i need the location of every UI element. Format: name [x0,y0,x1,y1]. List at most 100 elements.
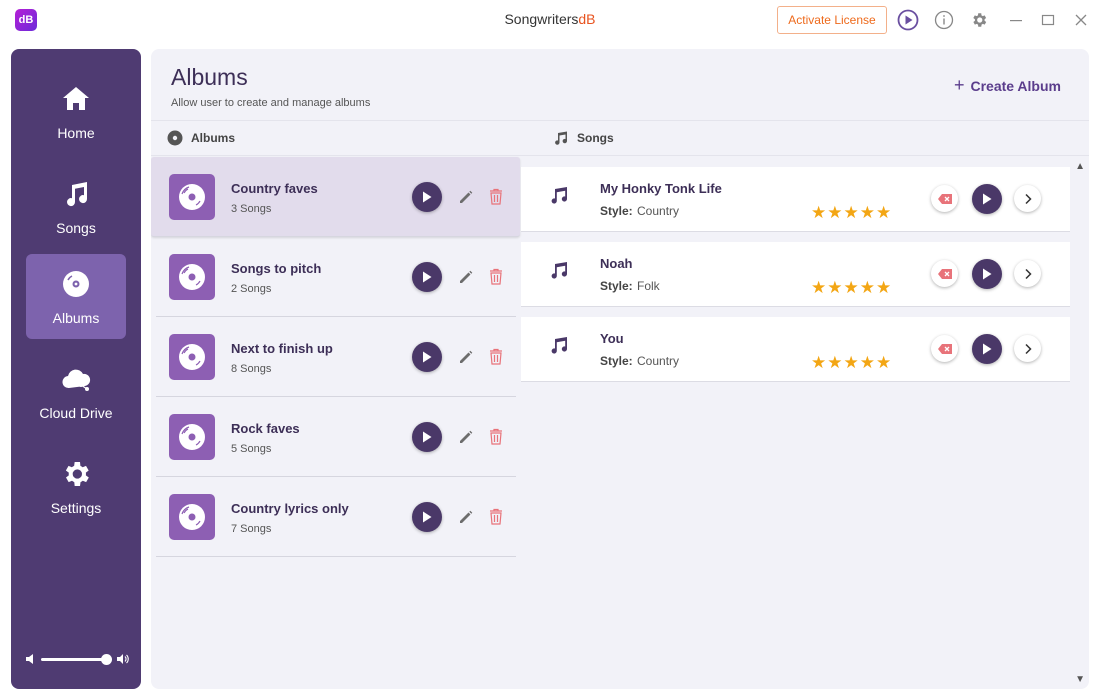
album-disc-icon [169,494,215,540]
volume-mute-icon[interactable] [25,653,35,665]
edit-pencil-icon[interactable] [457,188,475,206]
sidebar-item-home[interactable]: Home [26,69,126,154]
song-open-button[interactable] [1014,260,1041,287]
remove-tag-button[interactable] [931,185,958,212]
album-song-count: 3 Songs [231,203,272,215]
sidebar-item-songs[interactable]: Songs [26,164,126,249]
song-rating-stars: ★★★★★ [811,353,893,372]
play-circle-icon[interactable] [896,8,920,32]
album-play-button[interactable] [412,342,442,372]
window-title-accent: dB [578,11,596,27]
page-subtitle: Allow user to create and manage albums [171,97,371,109]
edit-pencil-icon[interactable] [457,348,475,366]
edit-pencil-icon[interactable] [457,428,475,446]
chevron-right-icon [1024,268,1032,279]
delete-trash-icon[interactable] [488,428,504,446]
sidebar-item-label: Songs [56,220,96,236]
chevron-right-icon [1024,343,1032,354]
song-rating-stars: ★★★★★ [811,203,893,222]
song-open-button[interactable] [1014,185,1041,212]
song-open-button[interactable] [1014,335,1041,362]
sidebar-item-label: Home [57,125,95,141]
window-title-main: Songwriters [504,11,579,27]
edit-pencil-icon[interactable] [457,508,475,526]
play-icon [983,268,992,280]
activate-license-button[interactable]: Activate License [777,6,887,34]
page-title: Albums [171,64,248,90]
volume-control [25,651,129,667]
disc-icon [167,130,183,146]
album-row[interactable]: Next to finish up 8 Songs [156,317,516,397]
album-disc-icon [169,174,215,220]
album-name: Songs to pitch [231,261,322,276]
song-card[interactable]: You Style: Country ★★★★★ [521,317,1070,382]
remove-tag-button[interactable] [931,260,958,287]
song-style-label: Style: [600,204,633,218]
album-play-button[interactable] [412,502,442,532]
album-play-button[interactable] [412,262,442,292]
scroll-down-arrow-icon[interactable]: ▼ [1075,674,1085,685]
album-row[interactable]: Songs to pitch 2 Songs [156,237,516,317]
gear-icon[interactable] [967,8,991,32]
music-note-icon [551,337,567,354]
info-icon[interactable] [932,8,956,32]
album-name: Next to finish up [231,341,333,356]
song-title: My Honky Tonk Life [600,181,722,196]
song-title: Noah [600,256,633,271]
delete-trash-icon[interactable] [488,268,504,286]
maximize-icon[interactable] [1036,8,1060,32]
sidebar-item-albums[interactable]: Albums [26,254,126,339]
song-card[interactable]: Noah Style: Folk ★★★★★ [521,242,1070,307]
sidebar-item-label: Albums [52,310,100,326]
song-play-button[interactable] [972,334,1002,364]
album-disc-icon [169,334,215,380]
song-style-label: Style: [600,354,633,368]
song-title: You [600,331,624,346]
edit-pencil-icon[interactable] [457,268,475,286]
album-row[interactable]: Country faves 3 Songs [151,157,520,237]
chevron-right-icon [1024,193,1032,204]
tag-remove-icon [937,268,952,279]
minimize-icon[interactable] [1004,8,1028,32]
tag-remove-icon [937,193,952,204]
tag-remove-icon [937,343,952,354]
sidebar: Home Songs Albums Cloud Drive Settings [11,49,141,689]
album-row[interactable]: Rock faves 5 Songs [156,397,516,477]
songs-column-label: Songs [577,131,614,145]
song-play-button[interactable] [972,184,1002,214]
song-play-button[interactable] [972,259,1002,289]
song-card[interactable]: My Honky Tonk Life Style: Country ★★★★★ [521,167,1070,232]
album-play-button[interactable] [412,422,442,452]
delete-trash-icon[interactable] [488,188,504,206]
disc-icon [63,271,89,297]
music-note-icon [555,131,568,145]
music-note-icon [67,182,88,207]
song-style: Country [637,204,680,218]
album-play-button[interactable] [412,182,442,212]
sidebar-item-cloud-drive[interactable]: Cloud Drive [26,349,126,434]
volume-slider-knob[interactable] [101,654,112,665]
play-icon [423,431,432,443]
delete-trash-icon[interactable] [488,348,504,366]
create-album-label: Create Album [970,77,1061,94]
remove-tag-button[interactable] [931,335,958,362]
main-panel: Albums Allow user to create and manage a… [151,49,1089,689]
album-name: Country lyrics only [231,501,349,516]
close-icon[interactable] [1069,8,1093,32]
sidebar-item-settings[interactable]: Settings [26,444,126,529]
album-disc-icon [169,254,215,300]
create-album-button[interactable]: + Create Album [954,75,1061,96]
album-disc-icon [169,414,215,460]
sidebar-item-label: Cloud Drive [39,405,113,421]
song-style: Country [637,354,680,368]
delete-trash-icon[interactable] [488,508,504,526]
album-list: Country faves 3 Songs Songs to pitch 2 S… [151,157,521,557]
albums-column-label: Albums [191,131,236,145]
album-row[interactable]: Country lyrics only 7 Songs [156,477,516,557]
scroll-up-arrow-icon[interactable]: ▲ [1075,161,1085,172]
title-bar: dB SongwritersdB Activate License [0,0,1100,40]
play-icon [423,271,432,283]
play-icon [423,511,432,523]
volume-up-icon[interactable] [116,652,130,666]
volume-slider[interactable] [41,658,105,661]
